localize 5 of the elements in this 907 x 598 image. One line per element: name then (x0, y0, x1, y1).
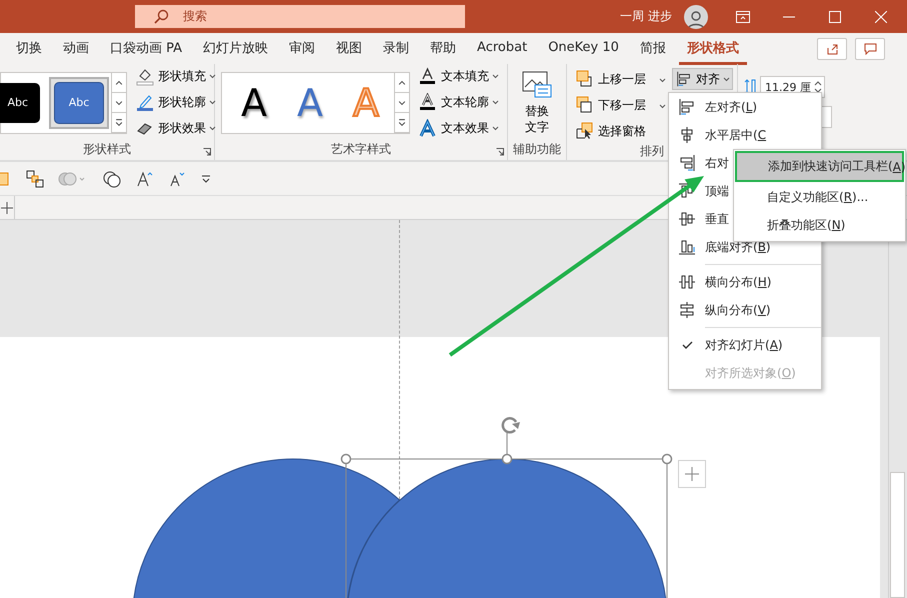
group-label: 形状样式 (82, 141, 132, 158)
group-label: 辅助功能 (512, 141, 562, 158)
group-label: 艺术字样式 (330, 141, 392, 158)
group-label: 排列 (639, 143, 665, 160)
user-name: 一周 进步 (620, 8, 672, 25)
